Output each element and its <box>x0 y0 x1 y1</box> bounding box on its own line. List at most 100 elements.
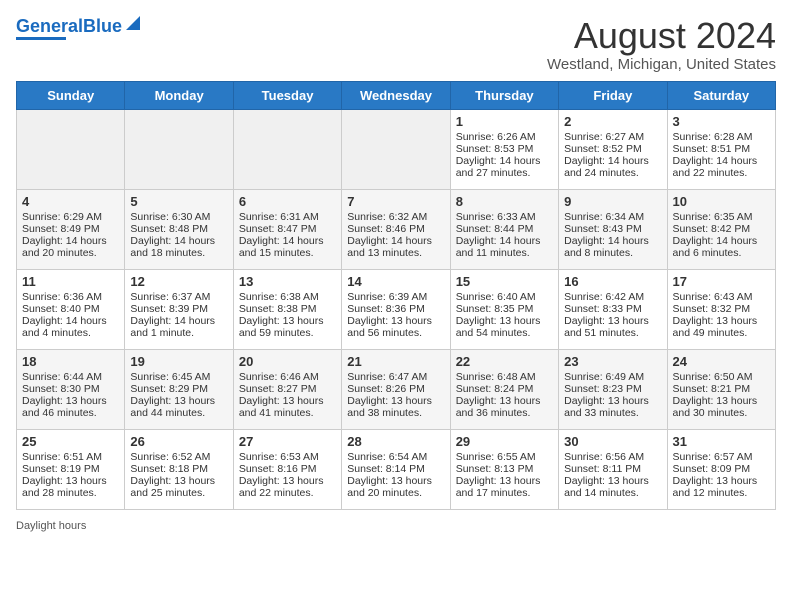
daylight-text: Daylight: 13 hours and 46 minutes. <box>22 395 119 419</box>
logo-underline <box>16 37 66 40</box>
daylight-text: Daylight: 13 hours and 17 minutes. <box>456 475 553 499</box>
sunrise-text: Sunrise: 6:30 AM <box>130 211 227 223</box>
day-number: 18 <box>22 354 119 369</box>
sunrise-text: Sunrise: 6:32 AM <box>347 211 444 223</box>
calendar-week-row: 1Sunrise: 6:26 AMSunset: 8:53 PMDaylight… <box>17 109 776 189</box>
sunset-text: Sunset: 8:09 PM <box>673 463 770 475</box>
sunset-text: Sunset: 8:16 PM <box>239 463 336 475</box>
sunset-text: Sunset: 8:14 PM <box>347 463 444 475</box>
sunrise-text: Sunrise: 6:46 AM <box>239 371 336 383</box>
sunrise-text: Sunrise: 6:27 AM <box>564 131 661 143</box>
sunset-text: Sunset: 8:42 PM <box>673 223 770 235</box>
daylight-text: Daylight: 14 hours and 18 minutes. <box>130 235 227 259</box>
day-number: 3 <box>673 114 770 129</box>
day-number: 14 <box>347 274 444 289</box>
day-number: 15 <box>456 274 553 289</box>
day-number: 27 <box>239 434 336 449</box>
sunset-text: Sunset: 8:23 PM <box>564 383 661 395</box>
daylight-text: Daylight: 14 hours and 8 minutes. <box>564 235 661 259</box>
sunset-text: Sunset: 8:13 PM <box>456 463 553 475</box>
sunset-text: Sunset: 8:19 PM <box>22 463 119 475</box>
daylight-text: Daylight: 14 hours and 20 minutes. <box>22 235 119 259</box>
dow-header-thursday: Thursday <box>450 81 558 109</box>
sunset-text: Sunset: 8:35 PM <box>456 303 553 315</box>
logo: GeneralBlue <box>16 16 140 40</box>
day-number: 17 <box>673 274 770 289</box>
calendar-cell <box>17 109 125 189</box>
sunset-text: Sunset: 8:52 PM <box>564 143 661 155</box>
calendar-week-row: 25Sunrise: 6:51 AMSunset: 8:19 PMDayligh… <box>17 429 776 509</box>
sunset-text: Sunset: 8:24 PM <box>456 383 553 395</box>
day-number: 30 <box>564 434 661 449</box>
sunrise-text: Sunrise: 6:28 AM <box>673 131 770 143</box>
calendar-cell: 29Sunrise: 6:55 AMSunset: 8:13 PMDayligh… <box>450 429 558 509</box>
daylight-text: Daylight: 14 hours and 13 minutes. <box>347 235 444 259</box>
calendar-cell: 25Sunrise: 6:51 AMSunset: 8:19 PMDayligh… <box>17 429 125 509</box>
sunrise-text: Sunrise: 6:55 AM <box>456 451 553 463</box>
logo-blue: Blue <box>83 16 122 36</box>
month-title: August 2024 <box>547 16 776 56</box>
day-number: 16 <box>564 274 661 289</box>
day-number: 23 <box>564 354 661 369</box>
sunset-text: Sunset: 8:18 PM <box>130 463 227 475</box>
calendar-cell: 26Sunrise: 6:52 AMSunset: 8:18 PMDayligh… <box>125 429 233 509</box>
day-number: 19 <box>130 354 227 369</box>
calendar-cell: 1Sunrise: 6:26 AMSunset: 8:53 PMDaylight… <box>450 109 558 189</box>
title-area: August 2024 Westland, Michigan, United S… <box>547 16 776 73</box>
sunset-text: Sunset: 8:26 PM <box>347 383 444 395</box>
sunrise-text: Sunrise: 6:39 AM <box>347 291 444 303</box>
daylight-text: Daylight: 14 hours and 22 minutes. <box>673 155 770 179</box>
sunset-text: Sunset: 8:38 PM <box>239 303 336 315</box>
calendar-cell: 18Sunrise: 6:44 AMSunset: 8:30 PMDayligh… <box>17 349 125 429</box>
calendar-cell: 3Sunrise: 6:28 AMSunset: 8:51 PMDaylight… <box>667 109 775 189</box>
sunrise-text: Sunrise: 6:44 AM <box>22 371 119 383</box>
sunset-text: Sunset: 8:47 PM <box>239 223 336 235</box>
daylight-text: Daylight: 13 hours and 28 minutes. <box>22 475 119 499</box>
day-number: 10 <box>673 194 770 209</box>
calendar-cell: 16Sunrise: 6:42 AMSunset: 8:33 PMDayligh… <box>559 269 667 349</box>
sunrise-text: Sunrise: 6:51 AM <box>22 451 119 463</box>
sunset-text: Sunset: 8:46 PM <box>347 223 444 235</box>
sunrise-text: Sunrise: 6:40 AM <box>456 291 553 303</box>
sunrise-text: Sunrise: 6:26 AM <box>456 131 553 143</box>
calendar-cell: 30Sunrise: 6:56 AMSunset: 8:11 PMDayligh… <box>559 429 667 509</box>
day-number: 1 <box>456 114 553 129</box>
calendar-cell <box>125 109 233 189</box>
daylight-text: Daylight: 14 hours and 1 minute. <box>130 315 227 339</box>
calendar-cell: 24Sunrise: 6:50 AMSunset: 8:21 PMDayligh… <box>667 349 775 429</box>
sunrise-text: Sunrise: 6:45 AM <box>130 371 227 383</box>
location-title: Westland, Michigan, United States <box>547 56 776 73</box>
sunrise-text: Sunrise: 6:38 AM <box>239 291 336 303</box>
sunrise-text: Sunrise: 6:53 AM <box>239 451 336 463</box>
day-number: 2 <box>564 114 661 129</box>
sunrise-text: Sunrise: 6:47 AM <box>347 371 444 383</box>
sunset-text: Sunset: 8:33 PM <box>564 303 661 315</box>
sunset-text: Sunset: 8:40 PM <box>22 303 119 315</box>
daylight-text: Daylight: 13 hours and 41 minutes. <box>239 395 336 419</box>
calendar-cell: 28Sunrise: 6:54 AMSunset: 8:14 PMDayligh… <box>342 429 450 509</box>
daylight-text: Daylight: 13 hours and 25 minutes. <box>130 475 227 499</box>
sunrise-text: Sunrise: 6:35 AM <box>673 211 770 223</box>
sunset-text: Sunset: 8:44 PM <box>456 223 553 235</box>
sunrise-text: Sunrise: 6:49 AM <box>564 371 661 383</box>
calendar-cell <box>342 109 450 189</box>
header: GeneralBlue August 2024 Westland, Michig… <box>16 16 776 73</box>
sunset-text: Sunset: 8:27 PM <box>239 383 336 395</box>
daylight-text: Daylight: 13 hours and 51 minutes. <box>564 315 661 339</box>
sunrise-text: Sunrise: 6:36 AM <box>22 291 119 303</box>
sunset-text: Sunset: 8:48 PM <box>130 223 227 235</box>
daylight-text: Daylight: 14 hours and 27 minutes. <box>456 155 553 179</box>
calendar-week-row: 18Sunrise: 6:44 AMSunset: 8:30 PMDayligh… <box>17 349 776 429</box>
daylight-text: Daylight: 13 hours and 49 minutes. <box>673 315 770 339</box>
daylight-text: Daylight: 14 hours and 6 minutes. <box>673 235 770 259</box>
calendar-cell: 15Sunrise: 6:40 AMSunset: 8:35 PMDayligh… <box>450 269 558 349</box>
daylight-text: Daylight: 14 hours and 15 minutes. <box>239 235 336 259</box>
calendar-cell: 9Sunrise: 6:34 AMSunset: 8:43 PMDaylight… <box>559 189 667 269</box>
calendar-cell: 17Sunrise: 6:43 AMSunset: 8:32 PMDayligh… <box>667 269 775 349</box>
sunset-text: Sunset: 8:39 PM <box>130 303 227 315</box>
daylight-text: Daylight: 13 hours and 12 minutes. <box>673 475 770 499</box>
daylight-text: Daylight: 13 hours and 59 minutes. <box>239 315 336 339</box>
days-of-week-row: SundayMondayTuesdayWednesdayThursdayFrid… <box>17 81 776 109</box>
calendar-cell: 21Sunrise: 6:47 AMSunset: 8:26 PMDayligh… <box>342 349 450 429</box>
daylight-text: Daylight: 14 hours and 4 minutes. <box>22 315 119 339</box>
